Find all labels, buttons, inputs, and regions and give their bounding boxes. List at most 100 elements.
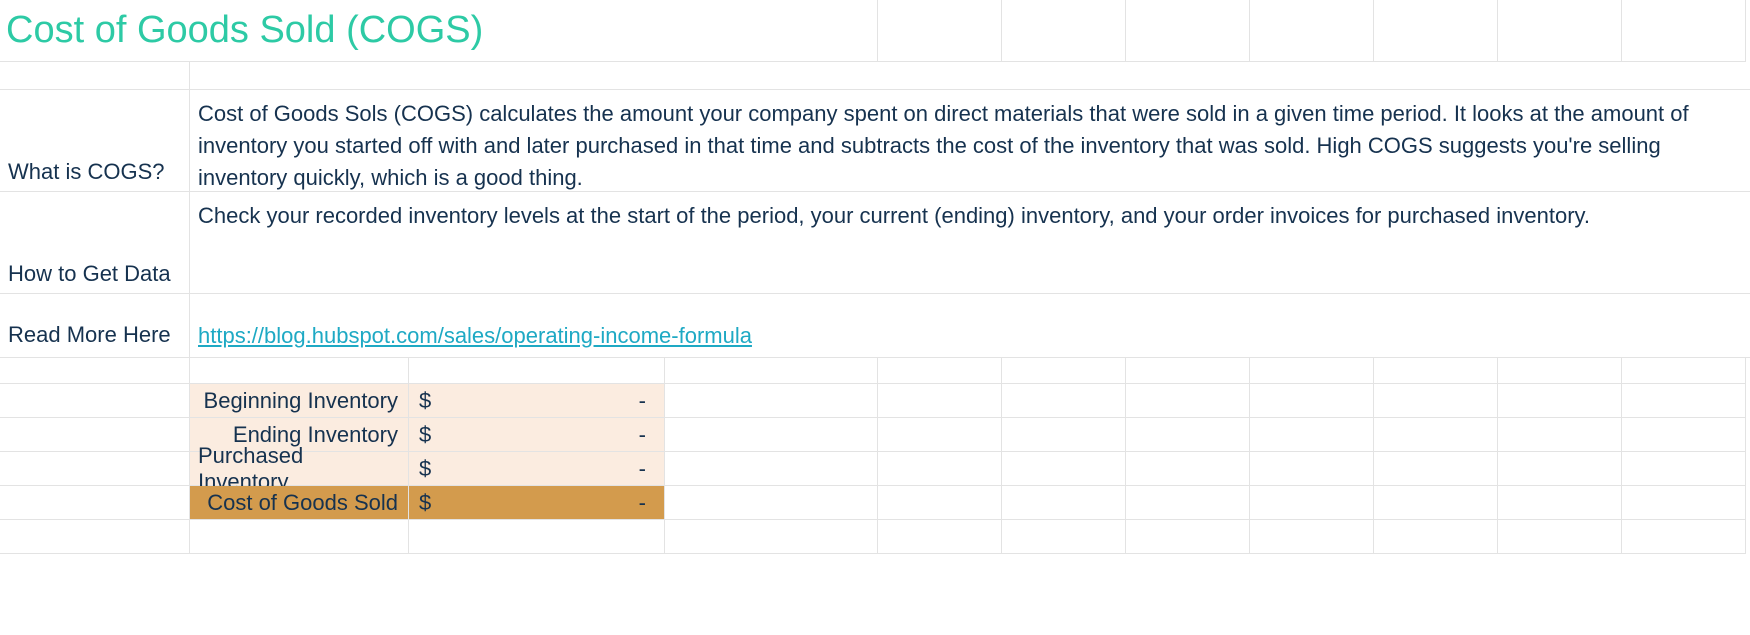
empty-cell[interactable] [1002, 486, 1126, 520]
empty-cell[interactable] [1374, 0, 1498, 62]
label-read-more: Read More Here [0, 314, 190, 358]
empty-cell[interactable] [878, 418, 1002, 452]
empty-cell[interactable] [1126, 520, 1250, 554]
empty-cell[interactable] [665, 384, 878, 418]
empty-cell[interactable] [1126, 0, 1250, 62]
empty-cell[interactable] [1374, 418, 1498, 452]
empty-cell[interactable] [1374, 486, 1498, 520]
empty-cell[interactable] [190, 520, 409, 554]
empty-cell[interactable] [0, 486, 190, 520]
empty-cell[interactable] [1374, 520, 1498, 554]
spreadsheet: Cost of Goods Sold (COGS) What is COGS? … [0, 0, 1750, 635]
empty-cell[interactable] [1126, 384, 1250, 418]
empty-cell[interactable] [1126, 358, 1250, 384]
blank-row [0, 358, 1750, 384]
empty-cell[interactable] [1622, 486, 1746, 520]
value-purchased-inventory[interactable]: $ - [409, 452, 665, 486]
empty-cell[interactable] [878, 0, 1002, 62]
blank-row [0, 520, 1750, 554]
empty-cell[interactable] [1002, 418, 1126, 452]
empty-cell[interactable] [0, 384, 190, 418]
value-text: - [431, 490, 646, 516]
empty-cell[interactable] [409, 520, 665, 554]
row-beginning-inventory: Beginning Inventory $ - [0, 384, 1750, 418]
empty-cell[interactable] [1250, 486, 1374, 520]
empty-cell[interactable] [878, 486, 1002, 520]
empty-cell[interactable] [665, 486, 878, 520]
empty-cell[interactable] [1622, 520, 1746, 554]
empty-cell[interactable] [1250, 358, 1374, 384]
empty-cell[interactable] [878, 358, 1002, 384]
empty-cell[interactable] [1250, 418, 1374, 452]
empty-cell[interactable] [665, 452, 878, 486]
empty-cell[interactable] [1002, 358, 1126, 384]
empty-cell[interactable] [1622, 358, 1746, 384]
empty-cell[interactable] [1622, 418, 1746, 452]
value-ending-inventory[interactable]: $ - [409, 418, 665, 452]
label-cost-of-goods-sold: Cost of Goods Sold [190, 486, 409, 520]
cell-read-more-link: https://blog.hubspot.com/sales/operating… [190, 314, 1750, 358]
empty-cell[interactable] [1126, 486, 1250, 520]
empty-cell[interactable] [1622, 384, 1746, 418]
empty-cell[interactable] [0, 520, 190, 554]
label-purchased-inventory: Purchased Inventory [190, 452, 409, 486]
read-more-link[interactable]: https://blog.hubspot.com/sales/operating… [198, 323, 752, 349]
empty-cell[interactable] [1622, 452, 1746, 486]
empty-cell[interactable] [1250, 0, 1374, 62]
empty-cell[interactable] [1002, 384, 1126, 418]
empty-cell[interactable] [0, 62, 190, 90]
currency-symbol: $ [419, 456, 431, 482]
row-what-is-cogs: What is COGS? Cost of Goods Sols (COGS) … [0, 90, 1750, 192]
empty-cell[interactable] [190, 294, 1750, 314]
empty-cell[interactable] [1374, 358, 1498, 384]
empty-cell[interactable] [1126, 452, 1250, 486]
blank-row [0, 294, 1750, 314]
text-what-is-cogs: Cost of Goods Sols (COGS) calculates the… [190, 90, 1750, 192]
empty-cell[interactable] [665, 358, 878, 384]
empty-cell[interactable] [1250, 452, 1374, 486]
empty-cell[interactable] [665, 520, 878, 554]
value-beginning-inventory[interactable]: $ - [409, 384, 665, 418]
empty-cell[interactable] [0, 452, 190, 486]
empty-cell[interactable] [1250, 520, 1374, 554]
row-purchased-inventory: Purchased Inventory $ - [0, 452, 1750, 486]
empty-cell[interactable] [1498, 0, 1622, 62]
empty-cell[interactable] [1002, 452, 1126, 486]
row-how-to-get-data: How to Get Data Check your recorded inve… [0, 192, 1750, 294]
label-how-to-get-data: How to Get Data [0, 192, 190, 294]
empty-cell[interactable] [878, 452, 1002, 486]
empty-cell[interactable] [1498, 358, 1622, 384]
empty-cell[interactable] [1374, 452, 1498, 486]
page-title: Cost of Goods Sold (COGS) [0, 0, 878, 62]
empty-cell[interactable] [1002, 0, 1126, 62]
empty-cell[interactable] [878, 384, 1002, 418]
empty-cell[interactable] [1498, 384, 1622, 418]
label-beginning-inventory: Beginning Inventory [190, 384, 409, 418]
title-row: Cost of Goods Sold (COGS) [0, 0, 1750, 62]
currency-symbol: $ [419, 388, 431, 414]
empty-cell[interactable] [0, 358, 190, 384]
row-cost-of-goods-sold: Cost of Goods Sold $ - [0, 486, 1750, 520]
blank-row [0, 62, 1750, 90]
empty-cell[interactable] [1250, 384, 1374, 418]
empty-cell[interactable] [190, 62, 1750, 90]
empty-cell[interactable] [1622, 0, 1746, 62]
value-text: - [431, 422, 646, 448]
empty-cell[interactable] [190, 358, 409, 384]
empty-cell[interactable] [1498, 452, 1622, 486]
empty-cell[interactable] [1498, 418, 1622, 452]
empty-cell[interactable] [0, 294, 190, 314]
row-read-more: Read More Here https://blog.hubspot.com/… [0, 314, 1750, 358]
currency-symbol: $ [419, 422, 431, 448]
empty-cell[interactable] [0, 418, 190, 452]
empty-cell[interactable] [878, 520, 1002, 554]
empty-cell[interactable] [1126, 418, 1250, 452]
empty-cell[interactable] [1498, 520, 1622, 554]
label-what-is-cogs: What is COGS? [0, 90, 190, 192]
empty-cell[interactable] [1374, 384, 1498, 418]
value-text: - [431, 456, 646, 482]
empty-cell[interactable] [409, 358, 665, 384]
empty-cell[interactable] [1498, 486, 1622, 520]
empty-cell[interactable] [1002, 520, 1126, 554]
empty-cell[interactable] [665, 418, 878, 452]
